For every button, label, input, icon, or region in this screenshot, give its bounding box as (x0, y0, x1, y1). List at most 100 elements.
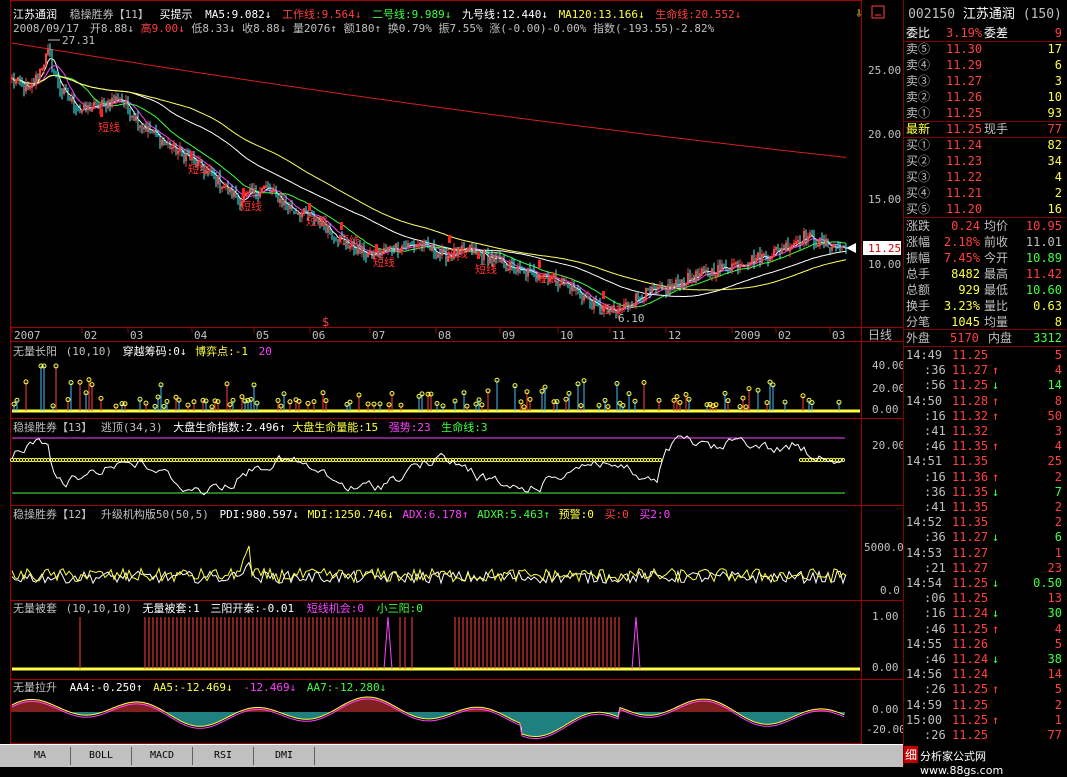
tab-dmi[interactable]: DMI (254, 747, 315, 765)
sell-level-label: 卖⑤ (906, 42, 931, 56)
tick-row[interactable]: :16 11.32 ↑ 50 (904, 409, 1066, 424)
tab-ma[interactable]: MA (10, 747, 71, 765)
candle-body (643, 298, 645, 302)
candle-body (121, 98, 123, 102)
tick-row[interactable]: 14:50 11.28 ↑ 8 (904, 394, 1066, 409)
buy-level-row[interactable]: 买③ 11.22 4 (904, 169, 1066, 185)
candle-body (627, 302, 629, 307)
tick-row[interactable]: :46 11.25 ↑ 4 (904, 622, 1066, 637)
stat-value: 1045 (951, 315, 980, 329)
buy-level-row[interactable]: 买④ 11.21 2 (904, 185, 1066, 201)
stock-name: 江苏通润 (13, 7, 57, 21)
panel3-header: 稳操胜券【12】 升级机构版50(50,5) PDI:980.597↓ MDI:… (13, 507, 670, 521)
candle-body (119, 98, 121, 102)
tick-row[interactable]: :46 11.24 ↓ 38 (904, 652, 1066, 667)
tick-row[interactable]: :46 11.35 ↑ 4 (904, 439, 1066, 454)
date-axis: 2007 02 03 04 05 06 07 08 09 10 11 12 2009 02 03 (11, 328, 845, 342)
candle-body (285, 201, 287, 206)
candle-body (425, 241, 427, 243)
stat-value: 10.60 (1025, 283, 1062, 297)
tick-row[interactable]: 14:55 11.26 5 (904, 637, 1066, 652)
tick-volume: 5 (1054, 636, 1062, 651)
candle-body (667, 284, 669, 295)
tick-row[interactable]: :56 11.25 ↓ 14 (904, 378, 1066, 393)
last-label: 最新 (906, 122, 931, 136)
tick-row[interactable]: :36 11.27 ↓ 6 (904, 530, 1066, 545)
tick-row[interactable]: :06 11.25 13 (904, 591, 1066, 606)
quote-stat-row: 分笔 1045 均量 8 (904, 314, 1066, 330)
tick-row[interactable]: 14:53 11.27 1 (904, 546, 1066, 561)
candle-body (433, 245, 435, 254)
sell-level-label: 卖① (906, 106, 931, 120)
corner-mark: 细 (904, 746, 919, 763)
tick-row[interactable]: 14:54 11.25 ↓ 0.50 (904, 576, 1066, 591)
candle-body (671, 284, 673, 290)
main-chart-area[interactable]: 25.00 20.00 15.00 10.00 短线短线短线短线短线短线短线短线… (0, 0, 903, 744)
candle-body (737, 262, 739, 269)
bar-close: 收8.88↓ (242, 21, 286, 35)
buy-level-row[interactable]: 买⑤ 11.20 16 (904, 201, 1066, 217)
sell-level-row[interactable]: 卖③ 11.27 3 (904, 73, 1066, 89)
tick-row[interactable]: 14:59 11.25 2 (904, 698, 1066, 713)
tick-time: 15:00 (906, 712, 943, 727)
candle-body (793, 242, 795, 246)
last-price-row: 最新 11.25 现手 77 (904, 121, 1066, 137)
tick-row[interactable]: 14:49 11.25 5 (904, 348, 1066, 363)
candle-body (717, 265, 719, 277)
tick-row[interactable]: 14:51 11.35 25 (904, 454, 1066, 469)
pin-icon[interactable]: ⇩ (855, 6, 863, 21)
tick-price: 11.24 (952, 652, 989, 666)
panel1-header: 无量长阳 (10,10) 穿越筹码:0↓ 博弈点:-1 20 (13, 344, 272, 358)
candle-body (723, 264, 725, 266)
tick-row[interactable]: :26 11.25 77 (904, 728, 1066, 743)
tick-time: :06 (924, 591, 946, 606)
quote-stat-row: 换手 3.23% 量比 0.63 (904, 298, 1066, 314)
candle-body (211, 170, 213, 176)
tab-macd[interactable]: MACD (132, 747, 193, 765)
tick-row[interactable]: :41 11.32 3 (904, 424, 1066, 439)
sell-level-row[interactable]: 卖① 11.25 93 (904, 105, 1066, 121)
line9 (11, 75, 847, 297)
tick-row[interactable]: :36 11.35 ↓ 7 (904, 485, 1066, 500)
close-chart-icon[interactable] (871, 5, 885, 19)
tick-time: :16 (924, 606, 946, 621)
buy-hint: 买提示 (160, 8, 193, 21)
tick-volume: 2 (1054, 469, 1062, 484)
buy-level-row[interactable]: 买② 11.23 34 (904, 153, 1066, 169)
panel1-chart (11, 363, 860, 413)
tick-volume: 6 (1054, 530, 1062, 545)
buy-level-row[interactable]: 买① 11.24 82 (904, 137, 1066, 153)
sell-level-row[interactable]: 卖⑤ 11.30 17 (904, 41, 1066, 57)
tick-row[interactable]: 14:52 11.35 2 (904, 515, 1066, 530)
tick-row[interactable]: :21 11.27 23 (904, 561, 1066, 576)
candle-body (789, 246, 791, 252)
tab-rsi[interactable]: RSI (193, 747, 254, 765)
tick-row[interactable]: :26 11.25 ↑ 5 (904, 682, 1066, 697)
quote-panel: 002150 江苏通润 (150) 委比 3.19% 委差 9 卖⑤ 11.30 1… (903, 0, 1067, 777)
signal-marker (340, 222, 343, 230)
tick-time: 14:55 (906, 636, 943, 651)
window-controls[interactable]: ⇩ (855, 5, 885, 21)
last-price: 11.25 (946, 122, 983, 136)
tick-row[interactable]: :16 11.36 ↑ 2 (904, 470, 1066, 485)
candle-body (765, 254, 767, 257)
period-label: 日线 (868, 328, 892, 342)
stat-label: 最高 (984, 267, 1009, 281)
tick-price: 11.26 (952, 636, 989, 651)
tab-boll[interactable]: BOLL (71, 747, 132, 765)
candle-body (759, 253, 761, 263)
candle-body (427, 242, 429, 247)
tick-row[interactable]: 15:00 11.25 ↑ 1 (904, 713, 1066, 728)
tick-row[interactable]: :41 11.35 2 (904, 500, 1066, 515)
tick-row[interactable]: :16 11.24 ↓ 30 (904, 606, 1066, 621)
tick-row[interactable]: :36 11.27 ↑ 4 (904, 363, 1066, 378)
candle-body (693, 278, 695, 283)
sell-level-row[interactable]: 卖② 11.26 10 (904, 89, 1066, 105)
candle-body (413, 244, 415, 247)
tick-volume: 77 (1047, 728, 1062, 742)
candle-body (73, 98, 75, 109)
tick-row[interactable]: 14:56 11.24 14 (904, 667, 1066, 682)
sell-level-row[interactable]: 卖④ 11.29 6 (904, 57, 1066, 73)
candle-body (509, 261, 511, 270)
candle-body (563, 279, 565, 284)
